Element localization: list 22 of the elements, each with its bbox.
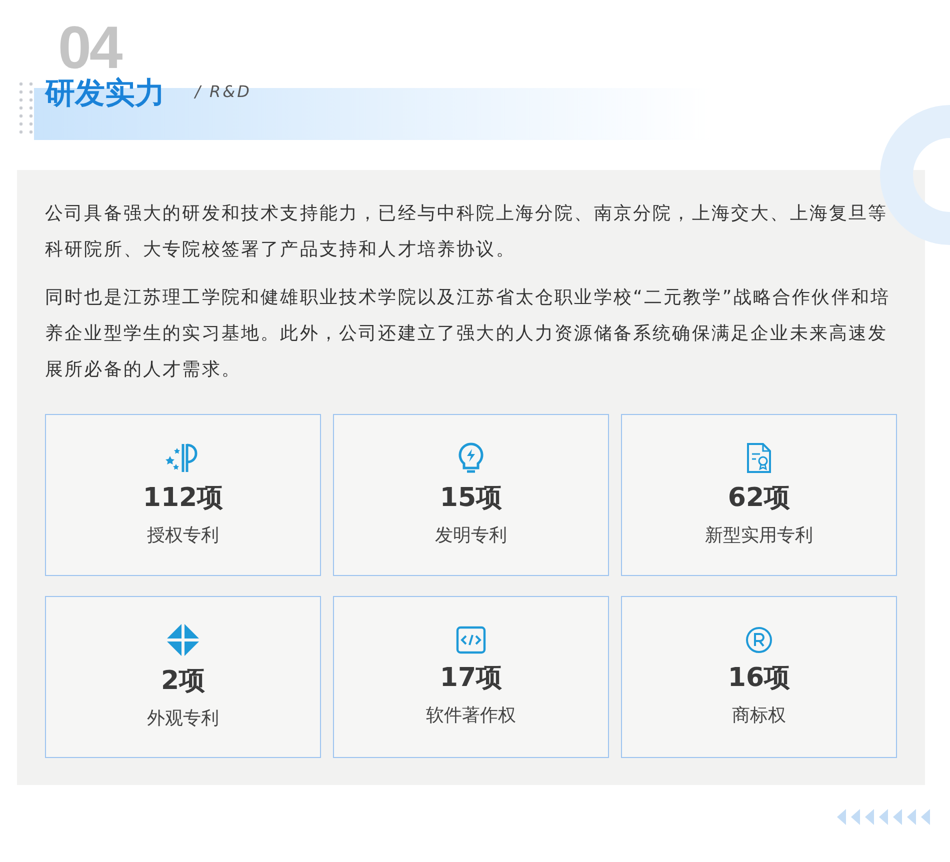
stat-label: 软件著作权 — [426, 704, 516, 728]
section-title: 研发实力 — [45, 75, 165, 113]
stat-value: 112项 — [142, 482, 224, 514]
stat-label: 授权专利 — [147, 524, 219, 548]
stat-value: 2项 — [160, 664, 206, 698]
stat-label: 商标权 — [732, 704, 786, 728]
certificate-icon — [745, 442, 773, 474]
section-number: 04 — [58, 22, 121, 74]
stat-label: 新型实用专利 — [705, 524, 813, 548]
body-paragraph: 公司具备强大的研发和技术支持能力，已经与中科院上海分院、南京分院，上海交大、上海复旦等科研院所、大专院校签署了产品支持和人才培养协议。 — [45, 202, 889, 262]
code-icon — [456, 626, 486, 654]
body-paragraph: 同时也是江苏理工学院和健雄职业技术学院以及江苏省太仓职业学校“二元教学”战略合作伙伴和培养企业型学生的实习基地。此外，公司还建立了强大的人力资源储备系统确保满足企业未来高速发展所必备的人才需求。 — [45, 286, 892, 382]
stat-value: 16项 — [728, 662, 790, 694]
stat-label: 发明专利 — [435, 524, 507, 548]
section-subtitle: / R&D — [195, 81, 252, 103]
stat-value: 62项 — [728, 482, 790, 514]
diamond-icon — [166, 622, 200, 656]
stat-value: 17项 — [440, 662, 502, 694]
lightbulb-icon — [457, 442, 485, 474]
stat-label: 外观专利 — [147, 706, 219, 730]
registered-trademark-icon — [745, 626, 773, 654]
stat-value: 15项 — [440, 482, 502, 514]
